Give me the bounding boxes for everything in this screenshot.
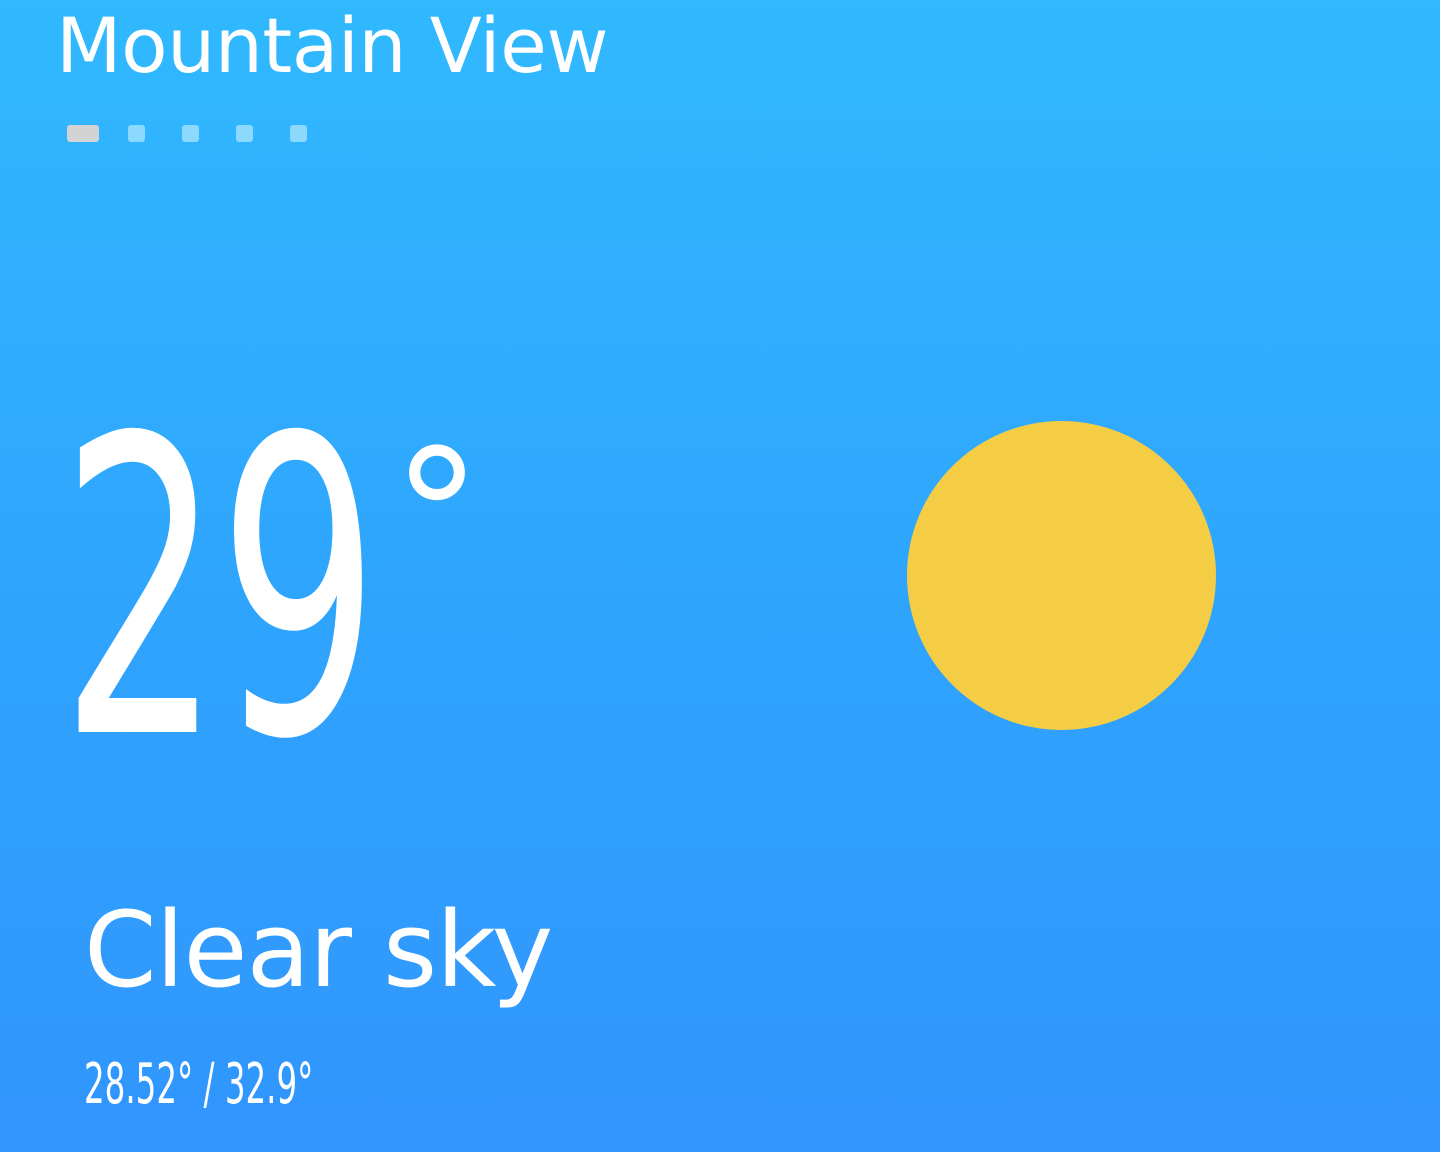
range-separator: / [203, 1052, 215, 1117]
temperature-range: 28.52° / 32.9° [84, 1055, 444, 1115]
weather-condition: Clear sky [84, 889, 553, 1011]
page-dot-3[interactable] [182, 125, 199, 142]
temperature-range-text: 28.52° / 32.9° [84, 1055, 313, 1115]
page-dot-1[interactable] [67, 125, 99, 142]
sun-icon [907, 421, 1216, 730]
min-temperature: 28.52° [84, 1052, 194, 1117]
current-temperature: 29 ° [60, 351, 482, 829]
temperature-value: 29 [60, 351, 380, 829]
page-dot-4[interactable] [236, 125, 253, 142]
page-dot-5[interactable] [290, 125, 307, 142]
degree-symbol: ° [392, 412, 482, 621]
max-temperature: 32.9° [224, 1052, 314, 1117]
page-dot-2[interactable] [128, 125, 145, 142]
city-title: Mountain View [56, 1, 609, 90]
